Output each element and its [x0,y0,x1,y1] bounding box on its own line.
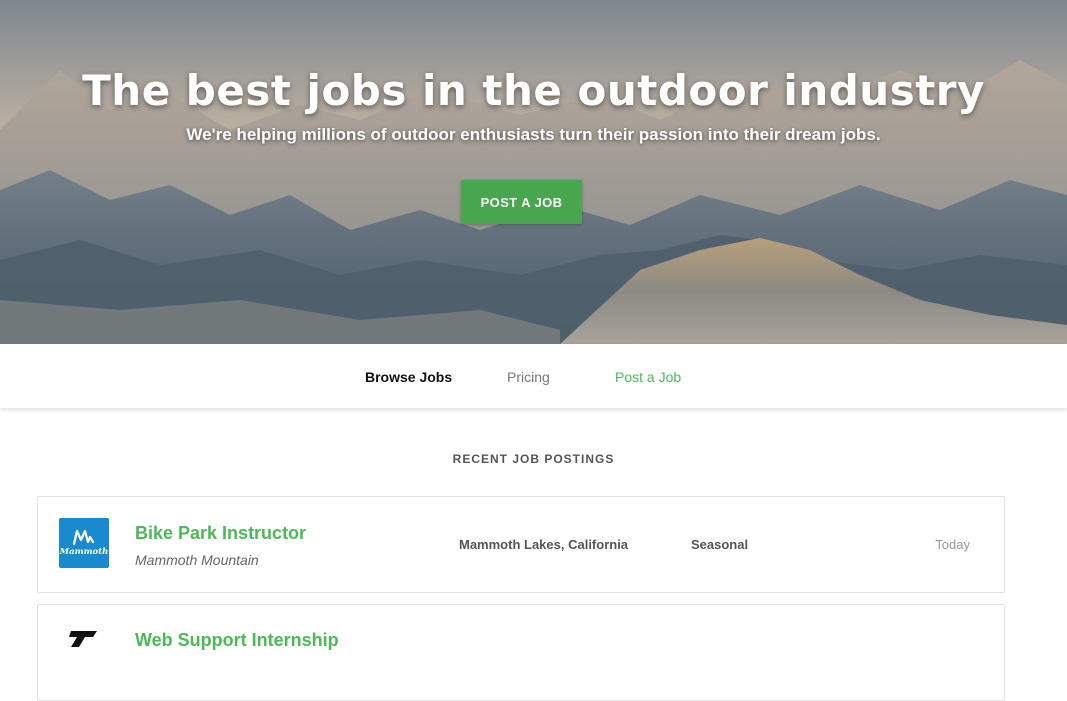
nav-post-a-job[interactable]: Post a Job [615,369,681,385]
job-listing-card[interactable]: Web Support Internship [37,604,1005,701]
job-listing-card[interactable]: Mammoth Bike Park Instructor Mammoth Mou… [37,496,1005,593]
job-company: Mammoth Mountain [135,552,259,568]
job-title-link[interactable]: Web Support Internship [135,630,339,651]
hero-title: The best jobs in the outdoor industry [82,66,985,115]
hero-subtitle: We're helping millions of outdoor enthus… [186,125,881,144]
mountain-background-image [0,0,1067,344]
nav-browse-jobs[interactable]: Browse Jobs [365,369,452,385]
mammoth-logo-text: Mammoth [59,547,108,557]
post-a-job-button[interactable]: POST A JOB [461,180,582,224]
job-posted-date: Today [935,537,970,552]
job-type: Seasonal [691,537,749,552]
job-title-link[interactable]: Bike Park Instructor [135,523,306,544]
main-nav: Browse Jobs Pricing Post a Job [0,344,1067,408]
company-logo [69,631,97,647]
job-location: Mammoth Lakes, California [459,537,629,552]
mammoth-logo: Mammoth [59,518,109,568]
hero-banner: The best jobs in the outdoor industry We… [0,0,1067,344]
nav-pricing[interactable]: Pricing [507,369,550,385]
section-title: RECENT JOB POSTINGS [452,452,615,466]
